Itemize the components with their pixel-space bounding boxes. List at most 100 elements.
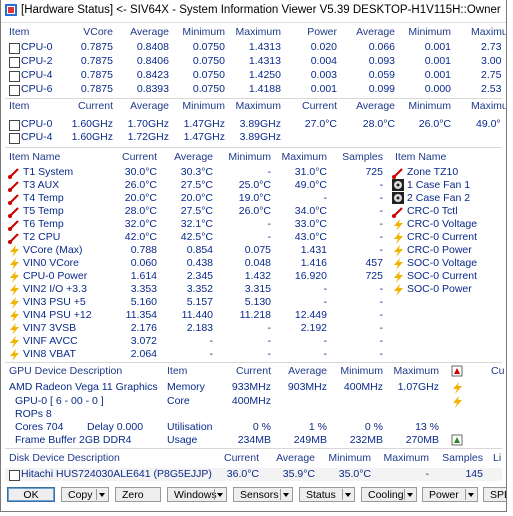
row-label: CPU-6 (21, 83, 53, 95)
sensor-current: 1.614 (130, 270, 157, 282)
col-temp-minimum: Minimum (408, 100, 451, 112)
power-maximum-value: 2.53 (481, 83, 502, 95)
cooling-button[interactable]: Cooling (361, 487, 417, 502)
sensor-samples: 457 (365, 257, 383, 269)
sensor-average: 2.345 (186, 270, 213, 282)
sensor-maximum: 12.449 (294, 309, 327, 321)
power-button[interactable]: Power (422, 487, 478, 502)
disk-samples: 145 (465, 468, 483, 480)
spd-button-label: SPD (490, 489, 506, 501)
cpu-6-checkbox[interactable] (9, 85, 20, 96)
sensor-label: SOC-0 Power (407, 283, 472, 295)
lightning-icon (394, 245, 403, 257)
col-minimum: Minimum (228, 151, 271, 163)
sensor-minimum: - (267, 218, 272, 230)
thermometer-icon (392, 168, 403, 179)
copy-button[interactable]: Copy (61, 487, 109, 502)
sensor-average: 20.0°C (180, 192, 213, 204)
disk-checkbox[interactable] (9, 470, 20, 481)
zero-button-label: Zero (122, 489, 144, 501)
sensor-label: T6 Temp (23, 218, 64, 230)
col-current: Current (235, 365, 271, 377)
sensors-button-label: Sensors (240, 489, 279, 501)
gpu-item: Usage (167, 434, 198, 446)
lightning-icon (10, 245, 19, 257)
chevron-down-icon (345, 493, 351, 497)
sensor-current: 3.072 (130, 335, 157, 347)
gpu-current: 400MHz (231, 395, 271, 407)
sensor-average: 42.5°C (180, 231, 213, 243)
average-value: 0.8393 (136, 83, 169, 95)
divider (5, 98, 502, 99)
cpu-4-checkbox[interactable] (9, 71, 20, 82)
sensor-label: VCore (Max) (23, 244, 83, 256)
chevron-down-icon (468, 493, 474, 497)
col-average: Average (288, 365, 327, 377)
thermometer-icon (8, 181, 19, 192)
sensor-current: 11.354 (125, 309, 157, 321)
power-value: 0.003 (310, 69, 337, 81)
chevron-down-icon (99, 493, 105, 497)
row-label: CPU-2 (21, 55, 53, 67)
ok-button[interactable]: OK (7, 487, 55, 502)
split-divider (465, 489, 466, 500)
fan-icon (392, 192, 404, 204)
cpu-0-checkbox[interactable] (9, 43, 20, 54)
clock-current: 1.60GHz (71, 118, 113, 130)
gpu-item: Utilisation (167, 421, 213, 433)
sensor-maximum: 49.0°C (294, 179, 327, 191)
clock-current: 1.60GHz (71, 131, 113, 143)
sensor-average: 32.1°C (180, 218, 213, 230)
cpu-0-clock-checkbox[interactable] (9, 120, 20, 131)
app-icon (5, 4, 17, 16)
sensor-label: T3 AUX (23, 179, 60, 191)
windows-button[interactable]: Windows (167, 487, 227, 502)
disk-average: 35.9°C (282, 468, 315, 480)
clock-minimum: 1.47GHz (183, 131, 225, 143)
sensor-maximum: 16.920 (294, 270, 327, 282)
gpu-current: 234MB (237, 434, 271, 446)
col-vcore: VCore (83, 26, 113, 38)
gpu-minimum: 400MHz (343, 381, 383, 393)
power-value: 0.004 (310, 55, 337, 67)
lightning-icon (453, 396, 462, 408)
divider (5, 362, 502, 363)
sensor-samples: - (379, 335, 384, 347)
col-temp-current: Current (301, 100, 337, 112)
gpu-average: 249MB (293, 434, 327, 446)
status-button[interactable]: Status (299, 487, 355, 502)
gpu-maximum: 270MB (405, 434, 439, 446)
gpu-id: GPU-0 [ 6 - 00 - 0 ] (15, 395, 104, 407)
clock-minimum: 1.47GHz (183, 118, 225, 130)
sensor-minimum: - (267, 166, 272, 178)
sensor-current: 2.176 (130, 322, 157, 334)
disk-minimum: 35.0°C (338, 468, 371, 480)
sensors-button[interactable]: Sensors (233, 487, 293, 502)
sensor-samples: - (379, 296, 384, 308)
sensor-label: VIN0 VCore (23, 257, 80, 269)
power-maximum-value: 3.00 (481, 55, 502, 67)
minimum-value: 0.0750 (192, 41, 225, 53)
spd-button[interactable]: SPD (483, 487, 506, 502)
power-minimum-value: 0.001 (424, 41, 451, 53)
sensor-label: VIN2 I/O +3.3 (23, 283, 87, 295)
lightning-icon (394, 232, 403, 244)
sensor-current: 0.060 (130, 257, 157, 269)
cpu-4-clock-checkbox[interactable] (9, 133, 20, 144)
sensor-current: 20.0°C (124, 192, 157, 204)
amd-icon (451, 365, 463, 377)
cpu-2-checkbox[interactable] (9, 57, 20, 68)
vcore-value: 0.7875 (80, 83, 113, 95)
col-maximum: Maximum (235, 100, 281, 112)
sensor-current: 26.0°C (124, 179, 157, 191)
sensor-minimum: 5.130 (244, 296, 271, 308)
col-average: Average (130, 26, 169, 38)
col-item: Item (9, 26, 30, 38)
average-value: 0.8406 (136, 55, 169, 67)
fan-icon (392, 179, 404, 191)
button-bar: OK Copy Zero Windows Sensors Status Cool… (1, 487, 506, 503)
sensor-minimum: - (267, 231, 272, 243)
sensor-maximum: - (323, 283, 328, 295)
zero-button[interactable]: Zero (115, 487, 161, 502)
gpu-cores: Cores 704 (15, 421, 64, 433)
